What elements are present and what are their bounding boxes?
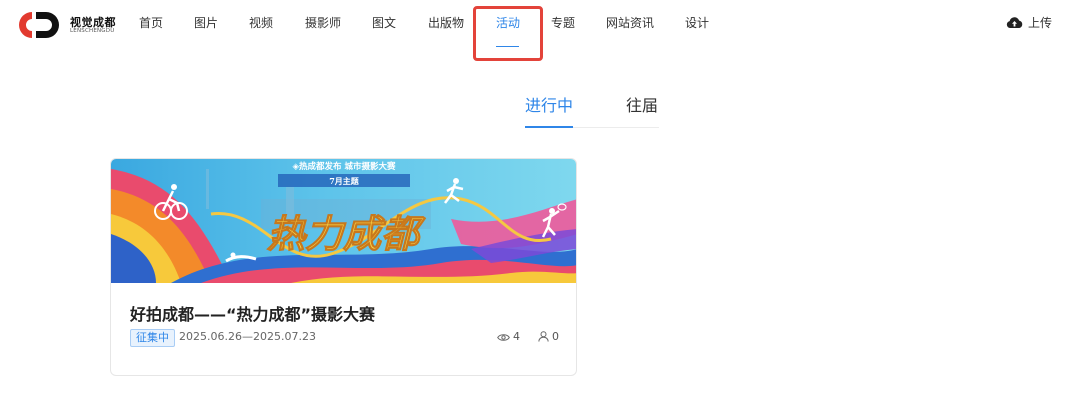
activity-card[interactable]: ◈热成都发布 城市摄影大赛 7月主题 热力成都 好拍成都——“热力成都”摄影大赛… [110,158,577,376]
nav-site-news[interactable]: 网站资讯 [606,14,654,31]
activity-banner-image: ◈热成都发布 城市摄影大赛 7月主题 热力成都 [111,159,576,283]
tab-active-indicator [525,126,573,128]
nav-photographers[interactable]: 摄影师 [305,14,341,31]
nav-articles[interactable]: 图文 [372,14,396,31]
logo-subtext: LENSCHENGDU [70,28,115,34]
participant-count-value: 0 [552,330,559,343]
highlight-annotation-box [473,6,543,61]
activity-title: 好拍成都——“热力成都”摄影大赛 [130,305,376,324]
upload-button[interactable]: 上传 [1006,14,1052,31]
view-count: 4 [497,330,520,343]
upload-label: 上传 [1028,16,1053,30]
nav-topics[interactable]: 专题 [551,14,575,31]
activity-date-range: 2025.06.26—2025.07.23 [179,330,316,343]
view-count-value: 4 [513,330,520,343]
nav-pictures[interactable]: 图片 [194,14,218,31]
nav-design[interactable]: 设计 [685,14,709,31]
banner-top-text: ◈热成都发布 城市摄影大赛 [293,161,396,172]
banner-headline: 热力成都 [267,211,426,256]
logo-mark-icon [19,12,59,38]
nav-videos[interactable]: 视频 [249,14,273,31]
nav-publications[interactable]: 出版物 [428,14,464,31]
banner-theme-label: 7月主题 [329,176,360,186]
tab-past[interactable]: 往届 [626,92,658,116]
status-badge: 征集中 [130,329,175,347]
eye-icon [497,334,510,341]
site-logo[interactable]: 视觉成都 LENSCHENGDU [18,11,118,39]
participant-count: 0 [538,330,559,343]
nav-home[interactable]: 首页 [139,14,163,31]
person-icon [538,331,549,342]
cloud-upload-icon [1006,17,1023,28]
tab-ongoing[interactable]: 进行中 [525,92,573,116]
